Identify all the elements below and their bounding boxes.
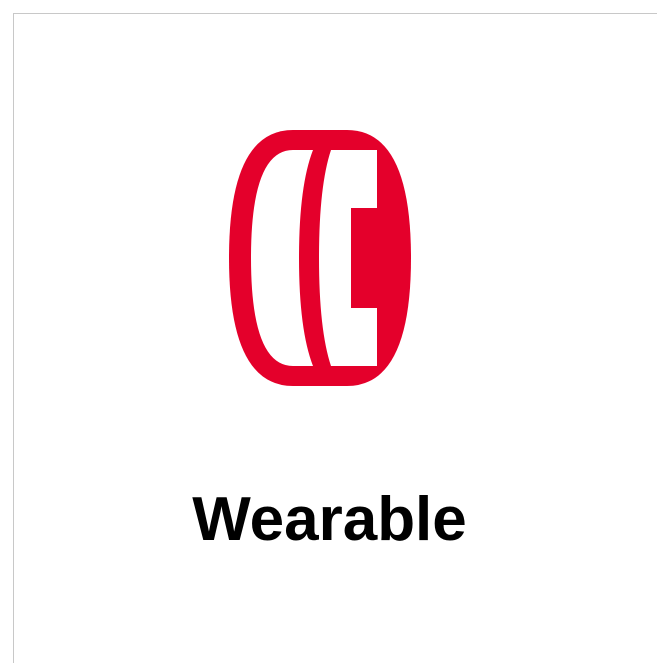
tile-label: Wearable <box>192 485 467 554</box>
ring-icon <box>229 130 413 386</box>
wearable-tile[interactable]: Wearable <box>13 13 657 663</box>
